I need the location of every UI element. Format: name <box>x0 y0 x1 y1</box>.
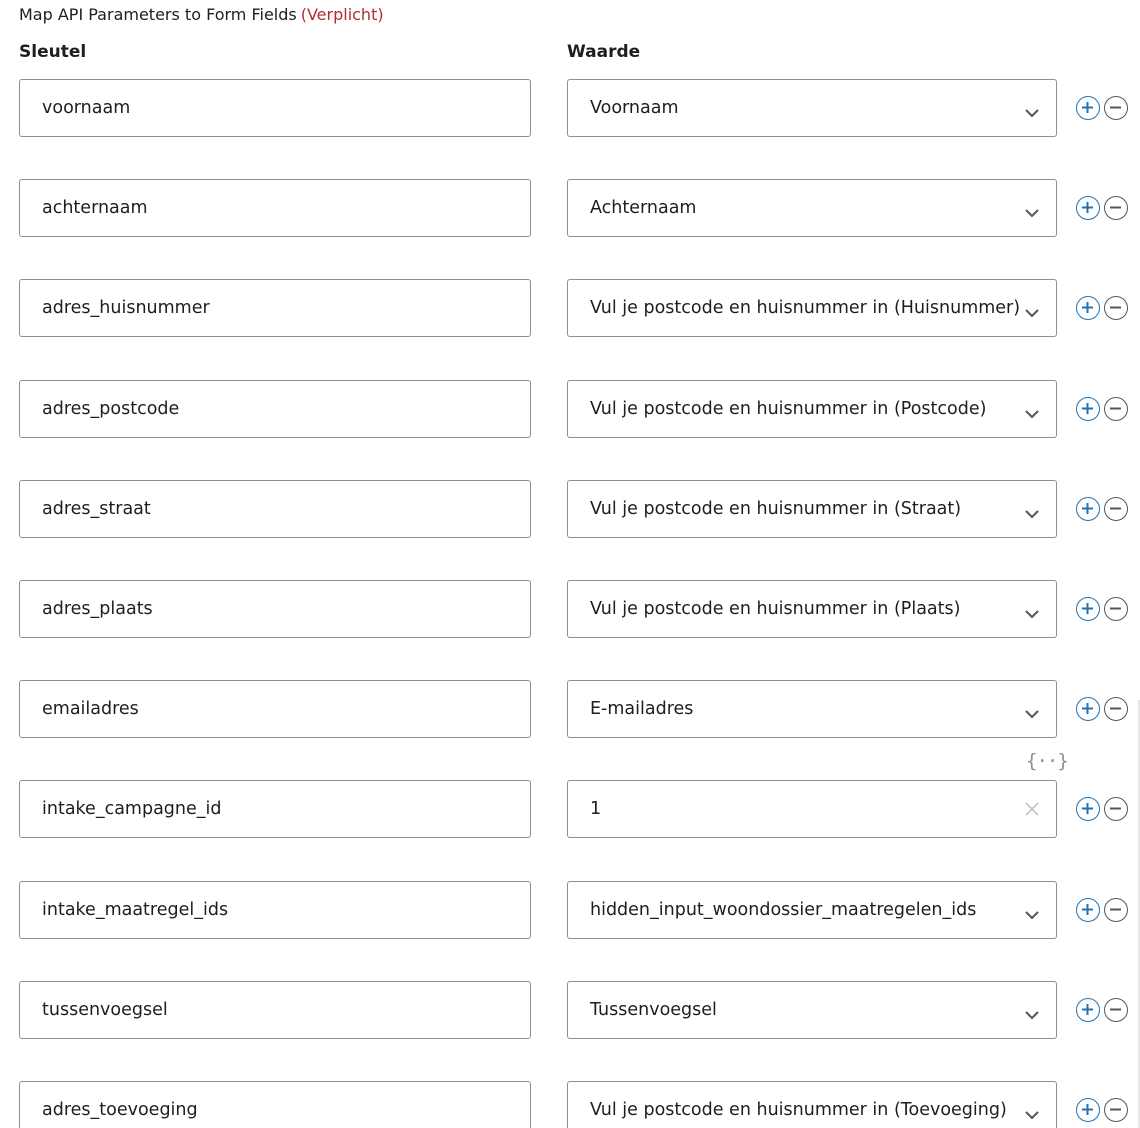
add-row-button[interactable] <box>1076 596 1100 621</box>
add-row-button[interactable] <box>1076 196 1100 221</box>
row-actions <box>1076 997 1128 1022</box>
remove-row-button[interactable] <box>1104 196 1128 221</box>
row-actions <box>1076 196 1128 221</box>
key-input[interactable]: adres_postcode <box>19 379 531 438</box>
value-select[interactable]: Vul je postcode en huisnummer in (Straat… <box>567 479 1057 538</box>
chevron-down-icon[interactable] <box>1024 905 1040 919</box>
add-row-button[interactable] <box>1076 496 1100 521</box>
value-text: Vul je postcode en huisnummer in (Plaats… <box>590 598 961 619</box>
value-text: E-mailadres <box>590 699 694 720</box>
key-input[interactable]: adres_huisnummer <box>19 279 531 338</box>
api-mapping-panel: Map API Parameters to Form Fields (Verpli… <box>0 0 1140 1128</box>
row-actions <box>1076 697 1128 722</box>
chevron-down-icon[interactable] <box>1024 303 1040 318</box>
mapping-row: adres_plaats Vul je postcode en huisnumme… <box>0 579 1140 680</box>
key-input[interactable]: voornaam <box>19 79 531 137</box>
key-input[interactable]: adres_toevoeging <box>19 1080 531 1128</box>
required-label: (Verplicht) <box>300 5 384 24</box>
chevron-down-icon[interactable] <box>1024 604 1040 619</box>
add-row-button[interactable] <box>1076 96 1100 120</box>
mapping-row: voornaam Voornaam <box>0 79 1140 179</box>
value-text: Vul je postcode en huisnummer in (Huisnu… <box>590 298 1021 319</box>
value-select[interactable]: Vul je postcode en huisnummer in (Postco… <box>567 379 1057 438</box>
key-input[interactable]: tussenvoegsel <box>19 980 531 1039</box>
row-actions <box>1076 296 1128 321</box>
remove-row-button[interactable] <box>1104 697 1128 722</box>
variables-icon[interactable]: {··} <box>1026 750 1069 772</box>
key-input[interactable]: adres_straat <box>19 479 531 538</box>
value-text: Achternaam <box>590 198 697 219</box>
value-text: Voornaam <box>590 98 679 118</box>
mapping-row: tussenvoegsel Tussenvoegsel <box>0 980 1140 1081</box>
add-row-button[interactable] <box>1076 697 1100 722</box>
value-text: Vul je postcode en huisnummer in (Straat… <box>590 498 962 519</box>
section-title-text: Map API Parameters to Form Fields <box>19 5 297 24</box>
key-input[interactable]: intake_maatregel_ids <box>19 880 531 939</box>
remove-row-button[interactable] <box>1104 596 1128 621</box>
add-row-button[interactable] <box>1076 1097 1100 1122</box>
key-input[interactable]: intake_campagne_id <box>19 780 531 839</box>
remove-row-button[interactable] <box>1104 797 1128 822</box>
mapping-row: intake_campagne_id {··} 1 <box>0 750 1140 880</box>
value-text: 1 <box>590 799 602 820</box>
row-actions <box>1076 396 1128 421</box>
value-select[interactable]: Tussenvoegsel <box>567 980 1057 1039</box>
value-select[interactable]: Vul je postcode en huisnummer in (Toevoe… <box>567 1080 1057 1128</box>
value-select[interactable]: Achternaam <box>567 179 1057 238</box>
mapping-row: emailadres E-mailadres <box>0 680 1140 780</box>
remove-row-button[interactable] <box>1104 96 1128 120</box>
section-title: Map API Parameters to Form Fields (Verpli… <box>19 5 384 24</box>
chevron-down-icon[interactable] <box>1024 1005 1040 1020</box>
row-actions <box>1076 496 1128 521</box>
add-row-button[interactable] <box>1076 997 1100 1022</box>
value-text: Tussenvoegsel <box>590 999 717 1020</box>
mapping-row: adres_toevoeging Vul je postcode en huisn… <box>0 1080 1140 1128</box>
add-row-button[interactable] <box>1076 396 1100 421</box>
value-select[interactable]: hidden_input_woondossier_maatregelen_ids <box>567 880 1057 939</box>
remove-row-button[interactable] <box>1104 396 1128 421</box>
chevron-down-icon[interactable] <box>1024 1105 1040 1120</box>
close-icon[interactable] <box>1024 801 1040 817</box>
row-actions <box>1076 596 1128 621</box>
key-input[interactable]: emailadres <box>19 680 531 739</box>
chevron-down-icon[interactable] <box>1024 404 1040 418</box>
key-input[interactable]: adres_plaats <box>19 579 531 638</box>
key-input[interactable]: achternaam <box>19 179 531 238</box>
value-select[interactable]: Vul je postcode en huisnummer in (Huisnu… <box>567 279 1057 338</box>
value-select[interactable]: Voornaam <box>567 79 1057 137</box>
add-row-button[interactable] <box>1076 296 1100 321</box>
value-input[interactable]: 1 <box>567 780 1057 839</box>
remove-row-button[interactable] <box>1104 997 1128 1022</box>
chevron-down-icon[interactable] <box>1024 203 1040 218</box>
mapping-rows: voornaam Voornaam achternaam Achternaam adre… <box>0 79 1140 1128</box>
chevron-down-icon[interactable] <box>1024 504 1040 519</box>
row-actions <box>1076 96 1128 120</box>
remove-row-button[interactable] <box>1104 496 1128 521</box>
value-text: hidden_input_woondossier_maatregelen_ids <box>590 899 977 920</box>
row-actions <box>1076 897 1128 922</box>
value-select[interactable]: E-mailadres <box>567 680 1057 739</box>
remove-row-button[interactable] <box>1104 897 1128 922</box>
row-actions <box>1076 797 1128 822</box>
remove-row-button[interactable] <box>1104 296 1128 321</box>
mapping-row: achternaam Achternaam <box>0 179 1140 279</box>
mapping-row: adres_straat Vul je postcode en huisnumme… <box>0 479 1140 580</box>
remove-row-button[interactable] <box>1104 1097 1128 1122</box>
value-select[interactable]: Vul je postcode en huisnummer in (Plaats… <box>567 579 1057 638</box>
value-text: Vul je postcode en huisnummer in (Toevoe… <box>590 1099 1007 1120</box>
add-row-button[interactable] <box>1076 897 1100 922</box>
column-header-value: Waarde <box>567 42 641 62</box>
add-row-button[interactable] <box>1076 797 1100 822</box>
column-header-key: Sleutel <box>19 42 87 62</box>
value-text: Vul je postcode en huisnummer in (Postco… <box>590 398 987 419</box>
chevron-down-icon[interactable] <box>1024 704 1040 719</box>
mapping-row: intake_maatregel_ids hidden_input_woondos… <box>0 880 1140 981</box>
mapping-row: adres_postcode Vul je postcode en huisnum… <box>0 379 1140 480</box>
row-actions <box>1076 1097 1128 1122</box>
chevron-down-icon[interactable] <box>1024 103 1040 118</box>
mapping-row: adres_huisnummer Vul je postcode en huisn… <box>0 279 1140 379</box>
